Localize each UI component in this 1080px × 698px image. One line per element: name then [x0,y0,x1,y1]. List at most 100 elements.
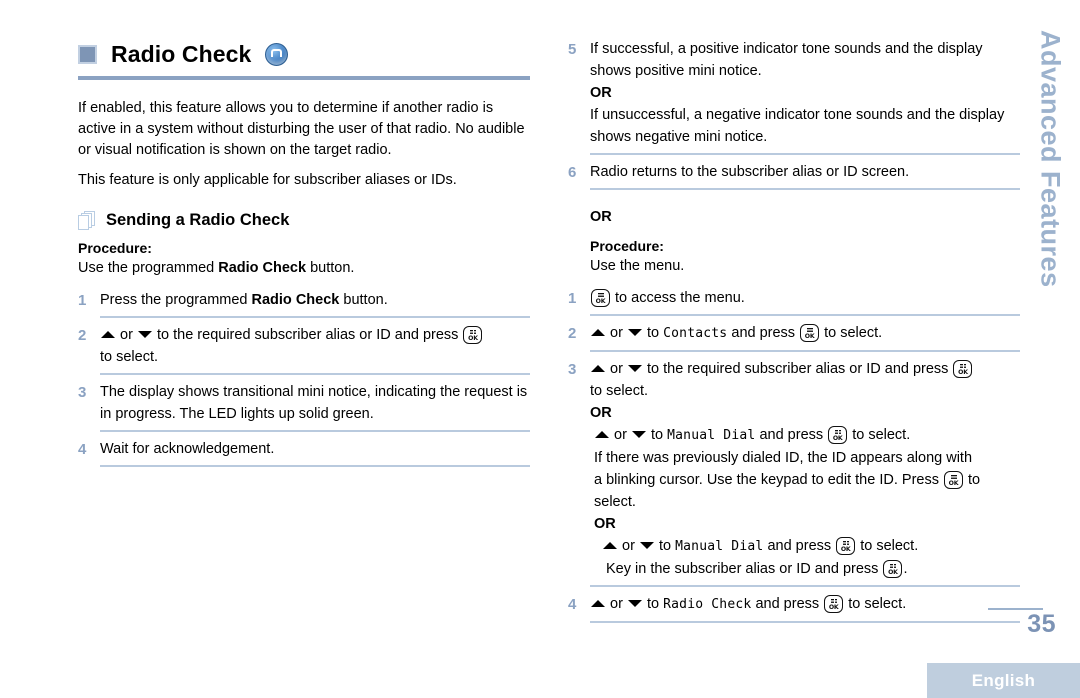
or-divider: OR [590,209,612,225]
procedure-label: Procedure: [78,240,152,256]
arrow-down-icon [631,431,646,438]
step-text: If successful, a positive indicator tone… [590,38,1020,155]
menu-step3-alt2-and-press: and press [767,538,832,554]
menu-step2-and-press: and press [731,325,796,341]
step-item: 3 The display shows transitional mini no… [78,381,530,438]
step-text: Wait for acknowledgement. [100,438,530,467]
step-number: 3 [568,361,577,378]
step-text: or to the required subscriber alias or I… [590,358,1020,587]
step-number: 2 [568,325,577,342]
step-text: to access the menu. [590,287,1020,316]
menu-procedure-lead: Use the menu. [590,258,685,274]
menu-step4-target: Radio Check [663,597,752,612]
menu-step3-alt-and-press: and press [759,427,824,443]
arrow-up-icon [591,365,605,372]
step-number: 2 [78,327,87,344]
step-text: or to the required subscriber alias or I… [100,324,530,375]
menu-step3-alt2-or: or [622,538,635,554]
ok-key-icon [953,360,973,378]
menu-step2-or: or [610,325,623,341]
intro-paragraph-1: If enabled, this feature allows you to d… [78,100,525,158]
section-heading: Sending a Radio Check [78,211,530,230]
step-item: 5 If successful, a positive indicator to… [568,38,1020,161]
menu-step4-to-select: to select. [848,596,907,612]
menu-step2-to-select: to select. [824,325,883,341]
procedure-button-steps: 1 Press the programmed Radio Check butto… [78,289,530,473]
menu-procedure-label: Procedure: [590,238,664,254]
step4-text: Wait for acknowledgement. [100,441,275,457]
step-number: 4 [568,596,577,613]
right-column: 5 If successful, a positive indicator to… [568,38,1020,629]
section-title: Sending a Radio Check [106,211,290,229]
step-item: 1 to access the menu. [568,287,1020,322]
square-bullet-icon [78,44,97,64]
procedure-lead-suffix: button. [306,260,355,276]
ok-key-icon [828,426,848,444]
menu-step3-or-word: OR [590,405,612,421]
ok-key-icon [883,560,903,578]
menu-step3-line-a: to the required subscriber alias or ID a… [647,361,949,377]
stacked-pages-icon [78,211,95,230]
left-column: Radio Check If enabled, this feature all… [78,38,530,473]
step-text: Press the programmed Radio Check button. [100,289,530,318]
language-label: English [971,670,1036,690]
menu-step4-to: to [647,596,660,612]
ok-key-icon [591,289,610,307]
step-item: 2 or to the required subscriber alias or… [78,324,530,381]
step-number: 6 [568,164,577,181]
step3-text: The display shows transitional mini noti… [100,384,528,422]
menu-step3-or-word-2: OR [594,516,616,532]
menu-step3-alt-to: to [651,427,664,443]
menu-step3-alt-to-select: to select. [852,427,911,443]
continued-steps: 5 If successful, a positive indicator to… [568,38,1020,196]
step-text: or to Contacts and press to select. [590,322,1020,352]
arrow-down-icon [627,600,642,607]
menu-step3-note-1: If there was previously dialed ID, the I… [594,450,973,466]
ok-key-icon [463,326,483,344]
step-item: 1 Press the programmed Radio Check butto… [78,289,530,324]
radio-signal-icon [265,42,289,66]
arrow-up-icon [101,331,115,338]
step2-or: or [120,327,133,343]
arrow-down-icon [639,542,654,549]
step5-or: OR [590,85,612,101]
ok-key-icon [836,537,856,555]
menu-step3-line-b: to select. [590,383,649,399]
arrow-up-icon [603,542,617,549]
step-number: 1 [78,292,87,309]
step-number: 4 [78,441,87,458]
step-item: 3 or to the required subscriber alias or… [568,358,1020,593]
menu-step3-alt-target: Manual Dial [667,428,756,443]
menu-step2-target: Contacts [663,326,728,341]
menu-step3-note-2b: to [968,472,981,488]
menu-step3-alt-or: or [614,427,627,443]
menu-step3-alt2-to: to [659,538,672,554]
menu-step3-or: or [610,361,623,377]
menu-step1-text: to access the menu. [615,290,745,306]
ok-key-icon [944,471,963,489]
heading-rule [78,76,530,80]
arrow-down-icon [627,365,642,372]
arrow-up-icon [595,431,609,438]
step-text: The display shows transitional mini noti… [100,381,530,432]
menu-step3-keyin-suffix: . [903,561,908,577]
step6-text: Radio returns to the subscriber alias or… [590,164,910,180]
page-title: Radio Check [111,40,252,67]
step-text: Radio returns to the subscriber alias or… [590,161,1020,190]
step1-suffix: button. [339,292,388,308]
step-number: 1 [568,290,577,307]
menu-step4-or: or [610,596,623,612]
step-number: 5 [568,41,577,58]
menu-step2-to: to [647,325,660,341]
arrow-up-icon [591,329,605,336]
step5-line-2: If unsuccessful, a negative indicator to… [590,107,1005,145]
step-item: 6 Radio returns to the subscriber alias … [568,161,1020,196]
side-tab-label: Advanced Features [1035,30,1066,288]
menu-step3-alt2-target: Manual Dial [675,539,764,554]
chapter-heading: Radio Check [78,38,530,70]
step1-prefix: Press the programmed [100,292,252,308]
step-item: 2 or to Contacts and press to select. [568,322,1020,358]
menu-step3-note-3: select. [594,494,636,510]
step2-mid: to the required subscriber alias or ID a… [157,327,459,343]
ok-key-icon [800,324,820,342]
